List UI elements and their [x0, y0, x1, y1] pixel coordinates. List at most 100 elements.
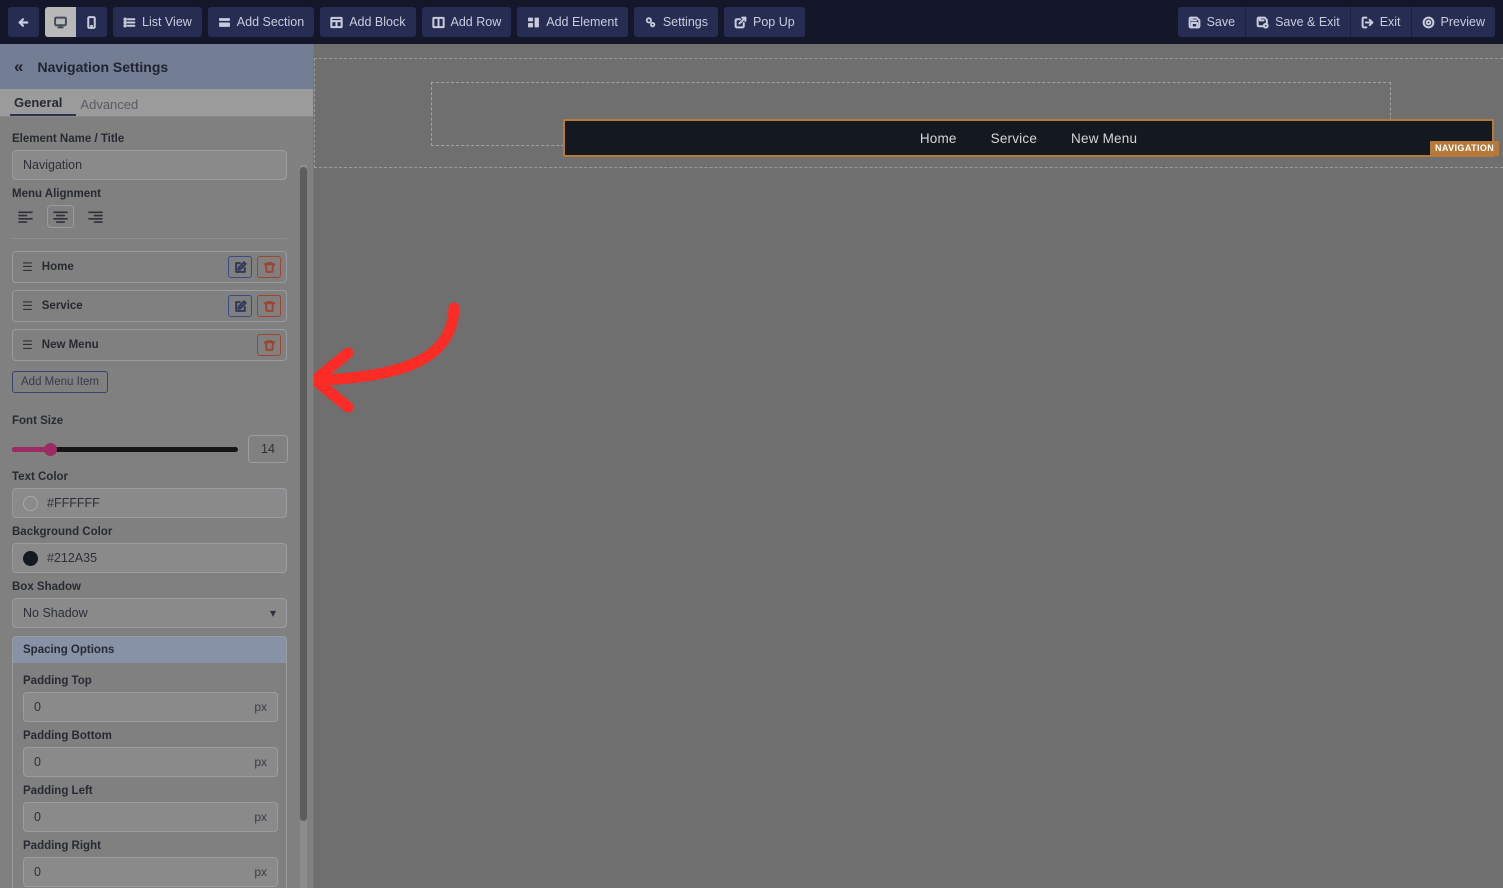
align-center-button[interactable] — [47, 205, 74, 228]
menu-item-row-service[interactable]: ☰ Service — [12, 290, 287, 322]
settings-button[interactable]: Settings — [633, 7, 718, 37]
menu-alignment-group — [12, 205, 288, 228]
save-and-exit-label: Save & Exit — [1275, 15, 1340, 29]
app-root: List View Add Section Add Block Add Row — [0, 0, 1503, 888]
box-shadow-label: Box Shadow — [12, 581, 82, 593]
background-color-input[interactable]: #212A35 — [12, 543, 287, 573]
add-row-button[interactable]: Add Row — [421, 7, 512, 37]
tab-general[interactable]: General — [10, 95, 77, 116]
tab-advanced[interactable]: Advanced — [76, 97, 152, 116]
drag-handle-icon[interactable]: ☰ — [22, 300, 33, 312]
panel-right-edge — [313, 44, 314, 888]
menu-item-delete-button[interactable] — [257, 334, 281, 356]
spacing-options-title: Spacing Options — [13, 637, 286, 663]
font-size-control: 14 — [12, 435, 288, 463]
eye-icon — [1422, 16, 1435, 29]
navigation-settings-panel: « Navigation Settings General Advanced E… — [0, 44, 314, 888]
add-section-button[interactable]: Add Section — [207, 7, 315, 37]
panel-header: « Navigation Settings — [0, 44, 314, 89]
block-icon — [330, 16, 343, 29]
menu-item-row-home[interactable]: ☰ Home — [12, 251, 287, 283]
top-toolbar: List View Add Section Add Block Add Row — [0, 0, 1503, 44]
align-left-button[interactable] — [12, 205, 39, 228]
preview-label: Preview — [1440, 15, 1485, 29]
menu-alignment-label: Menu Alignment — [12, 188, 102, 200]
pop-up-label: Pop Up — [752, 15, 795, 29]
save-icon — [1188, 16, 1201, 29]
save-button[interactable]: Save — [1177, 7, 1246, 37]
nav-link-new-menu[interactable]: New Menu — [1071, 131, 1137, 146]
font-size-slider[interactable] — [12, 442, 238, 456]
padding-left-input[interactable]: 0 px — [23, 802, 278, 832]
align-right-icon — [88, 211, 103, 223]
element-name-input[interactable]: Navigation — [12, 150, 287, 180]
text-color-value: #FFFFFF — [47, 496, 100, 510]
add-block-label: Add Block — [349, 15, 406, 29]
add-element-button[interactable]: Add Element — [517, 7, 628, 37]
section-icon — [218, 17, 230, 27]
add-section-label: Add Section — [236, 15, 305, 29]
pop-up-button[interactable]: Pop Up — [723, 7, 805, 37]
desktop-view-button[interactable] — [45, 7, 76, 37]
nav-link-home[interactable]: Home — [920, 131, 957, 146]
panel-divider — [12, 238, 287, 239]
list-view-button[interactable]: List View — [113, 7, 202, 37]
padding-right-unit: px — [254, 865, 267, 879]
external-link-icon — [734, 16, 747, 29]
exit-button[interactable]: Exit — [1349, 7, 1411, 37]
drag-handle-icon[interactable]: ☰ — [22, 261, 33, 273]
font-size-slider-thumb[interactable] — [44, 442, 57, 456]
spacing-options-card: Spacing Options Padding Top 0 px Padding… — [12, 636, 287, 888]
align-left-icon — [18, 211, 33, 223]
padding-top-input[interactable]: 0 px — [23, 692, 278, 722]
menu-item-label: New Menu — [41, 339, 99, 351]
padding-right-value: 0 — [34, 865, 41, 879]
menu-item-delete-button[interactable] — [257, 295, 281, 317]
menu-item-edit-button[interactable] — [228, 256, 252, 278]
box-shadow-select[interactable]: No Shadow — [12, 598, 287, 628]
element-icon — [528, 17, 540, 27]
add-menu-item-button[interactable]: Add Menu Item — [12, 371, 108, 393]
panel-scrollbar[interactable] — [300, 165, 307, 888]
row-container[interactable]: Home Service New Menu NAVIGATION — [431, 82, 1500, 157]
drag-handle-icon[interactable]: ☰ — [22, 339, 33, 351]
mobile-view-button[interactable] — [76, 7, 107, 37]
navigation-element-preview[interactable]: Home Service New Menu — [563, 119, 1494, 157]
text-color-input[interactable]: #FFFFFF — [12, 488, 287, 518]
row-icon — [432, 16, 445, 29]
back-button[interactable] — [8, 7, 39, 37]
spacing-options-body: Padding Top 0 px Padding Bottom 0 px Pad… — [13, 663, 286, 888]
section-container[interactable]: Home Service New Menu NAVIGATION — [314, 58, 1503, 168]
padding-left-label: Padding Left — [23, 785, 93, 797]
menu-item-delete-button[interactable] — [257, 256, 281, 278]
collapse-panel-icon[interactable]: « — [14, 58, 23, 75]
padding-bottom-unit: px — [254, 755, 267, 769]
settings-label: Settings — [662, 15, 708, 29]
font-size-value[interactable]: 14 — [248, 435, 288, 463]
exit-label: Exit — [1379, 15, 1401, 29]
element-name-label: Element Name / Title — [12, 133, 125, 145]
nav-link-service[interactable]: Service — [991, 131, 1037, 146]
padding-bottom-input[interactable]: 0 px — [23, 747, 278, 777]
menu-item-row-new-menu[interactable]: ☰ New Menu — [12, 329, 287, 361]
list-view-label: List View — [142, 15, 192, 29]
list-icon — [123, 16, 136, 29]
preview-button[interactable]: Preview — [1410, 7, 1495, 37]
trash-icon — [263, 261, 276, 274]
padding-top-label: Padding Top — [23, 675, 92, 687]
element-name-value: Navigation — [23, 158, 83, 172]
text-color-label: Text Color — [12, 471, 69, 483]
text-color-swatch[interactable] — [23, 495, 38, 511]
add-block-button[interactable]: Add Block — [320, 7, 416, 37]
annotation-arrow-icon — [309, 302, 460, 413]
panel-scrollbar-thumb[interactable] — [300, 167, 307, 821]
align-right-button[interactable] — [82, 205, 109, 228]
save-label: Save — [1206, 15, 1236, 29]
background-color-swatch[interactable] — [23, 550, 38, 566]
desktop-icon — [54, 16, 67, 29]
font-size-label: Font Size — [12, 415, 64, 427]
menu-item-edit-button[interactable] — [228, 295, 252, 317]
edit-icon — [234, 261, 247, 274]
padding-right-input[interactable]: 0 px — [23, 857, 278, 887]
save-and-exit-button[interactable]: Save & Exit — [1245, 7, 1350, 37]
